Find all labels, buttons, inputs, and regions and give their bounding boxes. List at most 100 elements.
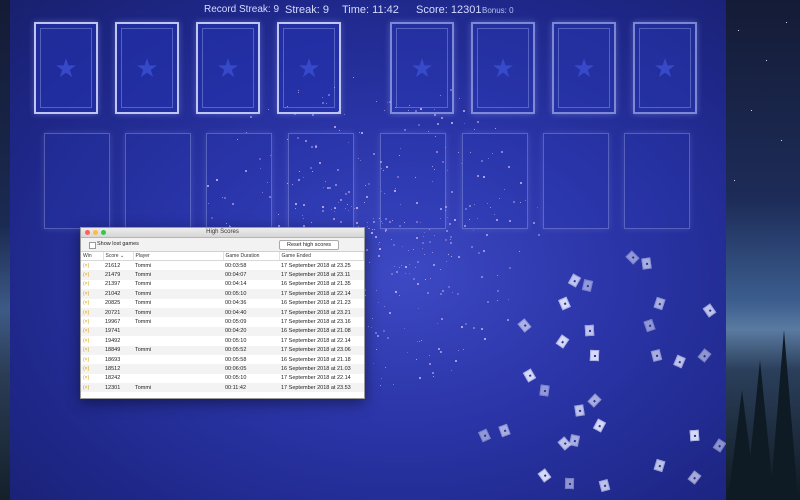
sparkle-particle — [372, 317, 374, 319]
tableau-slot[interactable] — [380, 133, 446, 229]
flying-card — [687, 470, 702, 485]
sparkle-particle — [424, 232, 426, 234]
tableau-slot[interactable] — [543, 133, 609, 229]
sparkle-particle — [416, 283, 419, 286]
tableau-slot[interactable] — [288, 133, 354, 229]
tableau-slot[interactable] — [206, 133, 272, 229]
card-slot[interactable]: ★ — [390, 22, 454, 114]
sparkle-particle — [371, 327, 373, 329]
tableau-slot[interactable] — [462, 133, 528, 229]
column-header-duration[interactable]: Game Duration — [223, 252, 280, 261]
tableau-slot[interactable] — [44, 133, 110, 229]
flying-card — [581, 279, 594, 292]
table-row[interactable]: (×) 19741 00:04:20 16 September 2018 at 21.… — [81, 326, 364, 337]
sparkle-particle — [278, 214, 280, 216]
sparkle-particle — [451, 291, 453, 293]
streak-label: Streak: — [285, 4, 320, 16]
sparkle-particle — [354, 207, 356, 209]
duration-cell: 00:03:58 — [225, 262, 247, 269]
desktop-background-right — [726, 0, 800, 500]
column-header-score[interactable]: Score ⌄ — [103, 252, 134, 261]
duration-cell: 00:05:52 — [223, 345, 279, 355]
show-lost-games-checkbox[interactable] — [89, 242, 96, 249]
sparkle-particle — [484, 337, 487, 340]
sparkle-particle — [376, 290, 378, 292]
flying-card — [653, 296, 666, 311]
table-row[interactable]: (×) 12301 Tommi 00:11:42 17 September 2018 a… — [81, 383, 364, 393]
sparkle-particle — [396, 270, 399, 273]
win-icon: (×) — [83, 356, 90, 363]
sparkle-particle — [366, 225, 368, 227]
tableau-slot[interactable] — [624, 133, 690, 229]
card-slot[interactable]: ★ — [633, 22, 697, 114]
tableau-slot[interactable] — [125, 133, 191, 229]
sparkle-particle — [509, 266, 512, 269]
foundation-card[interactable]: ★ — [115, 22, 179, 114]
sparkle-particle — [382, 330, 385, 332]
score-cell: 18242 — [105, 375, 121, 382]
win-icon: (×) — [81, 307, 103, 318]
sparkle-particle — [374, 332, 377, 335]
sparkle-particle — [448, 223, 451, 226]
card-slot[interactable]: ★ — [471, 22, 535, 114]
score-label: Score: — [416, 4, 448, 16]
close-button[interactable] — [85, 230, 90, 235]
flying-card — [498, 423, 511, 438]
column-header-player[interactable]: Player — [133, 252, 224, 261]
sparkle-particle — [458, 349, 460, 351]
column-header-win[interactable]: Win — [81, 252, 104, 261]
sparkle-particle — [379, 385, 381, 387]
sparkle-particle — [386, 101, 388, 103]
player-cell: Tommi — [133, 289, 223, 299]
sparkle-particle — [391, 238, 393, 240]
sparkle-particle — [496, 299, 498, 301]
high-scores-toolbar: Show lost games Reset high scores — [81, 238, 364, 252]
duration-cell: 00:05:10 — [223, 289, 279, 299]
sparkle-particle — [537, 207, 539, 209]
card-slot[interactable]: ★ — [552, 22, 616, 114]
flying-card — [557, 436, 572, 451]
score-cell: 20721 — [103, 307, 133, 318]
sparkle-particle — [439, 269, 441, 271]
sparkle-particle — [368, 227, 370, 229]
table-row[interactable]: (×) 18849 Tommi 00:05:52 17 September 2018 a… — [81, 345, 364, 355]
table-row[interactable]: (×) 20721 Tommi 00:04:40 17 September 2018 a… — [81, 307, 364, 318]
column-header-ended[interactable]: Game Ended — [279, 252, 364, 261]
minimize-button[interactable] — [93, 230, 98, 235]
table-row[interactable]: (×) 21397 Tommi 00:04:14 16 September 2018 a… — [81, 280, 364, 289]
high-scores-titlebar[interactable]: High Scores — [81, 228, 364, 238]
sparkle-particle — [421, 340, 423, 342]
sparkle-particle — [460, 326, 463, 329]
sparkle-particle — [368, 182, 371, 185]
table-row[interactable]: (×) 21479 Tommi 00:04:07 17 September 2018 a… — [81, 270, 364, 280]
sparkle-particle — [372, 362, 374, 364]
sparkle-particle — [357, 158, 359, 160]
sparkle-particle — [365, 196, 368, 199]
show-lost-games-label[interactable]: Show lost games — [97, 241, 139, 247]
sparkle-particle — [429, 278, 431, 280]
reset-high-scores-button[interactable]: Reset high scores — [279, 240, 339, 250]
flying-card — [712, 438, 726, 453]
player-cell: Tommi — [135, 300, 152, 307]
sparkle-particle — [473, 128, 475, 130]
foundation-card[interactable]: ★ — [34, 22, 98, 114]
table-row[interactable]: (×) 18693 00:05:58 16 September 2018 at 21.… — [81, 355, 364, 364]
table-row[interactable]: (×) 21042 Tommi 00:05:10 17 September 2018 a… — [81, 289, 364, 299]
table-row[interactable]: (×) 20825 Tommi 00:04:36 16 September 2018 a… — [81, 299, 364, 308]
table-row[interactable]: (×) 19967 Tommi 00:05:09 17 September 2018 a… — [81, 317, 364, 326]
table-row[interactable]: (×) 18512 00:06:05 16 September 2018 at 21.… — [81, 364, 364, 374]
table-row[interactable]: (×) 21612 Tommi 00:03:58 17 September 2018 a… — [81, 261, 364, 271]
table-row[interactable]: (×) 19492 00:05:10 17 September 2018 at 22.… — [81, 336, 364, 345]
ended-cell: 17 September 2018 at 23.06 — [279, 345, 364, 355]
foundation-card[interactable]: ★ — [196, 22, 260, 114]
ended-cell: 17 September 2018 at 23.11 — [279, 270, 364, 280]
foundation-card[interactable]: ★ — [277, 22, 341, 114]
sparkle-particle — [413, 249, 415, 251]
sparkle-particle — [480, 276, 483, 279]
player-cell — [133, 336, 223, 345]
table-row[interactable]: (×) 18242 00:05:10 17 September 2018 at 22.… — [81, 374, 364, 383]
flying-card — [558, 296, 571, 311]
sparkle-particle — [311, 113, 314, 116]
duration-cell: 00:05:58 — [225, 356, 247, 363]
zoom-button[interactable] — [101, 230, 106, 235]
